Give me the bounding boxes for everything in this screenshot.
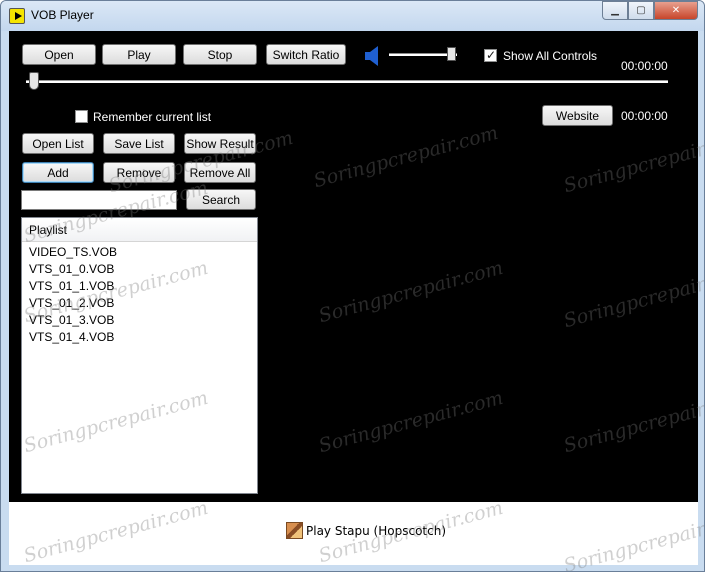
playlist-item[interactable]: VIDEO_TS.VOB [22,244,257,261]
open-list-button[interactable]: Open List [22,133,94,154]
thumbnail-icon [286,522,303,539]
seek-bar-track[interactable] [26,80,668,83]
client-area: Open Play Stop Switch Ratio ✓ Show All C… [9,31,698,565]
playlist-item[interactable]: VTS_01_1.VOB [22,278,257,295]
window-controls: ▁ ▢ ✕ [602,1,698,21]
switch-ratio-button[interactable]: Switch Ratio [266,44,346,65]
window-title: VOB Player [31,8,94,22]
save-list-button[interactable]: Save List [103,133,175,154]
elapsed-time: 00:00:00 [621,59,668,73]
search-input[interactable] [21,190,177,210]
play-icon [9,8,25,24]
playlist-item[interactable]: VTS_01_2.VOB [22,295,257,312]
remove-all-button[interactable]: Remove All [184,162,256,183]
playlist-item[interactable]: VTS_01_4.VOB [22,329,257,346]
volume-slider-thumb[interactable] [447,47,456,61]
show-all-controls-checkbox[interactable]: ✓ [484,48,497,62]
stop-button[interactable]: Stop [183,44,257,65]
speaker-icon[interactable] [365,45,379,67]
remember-list-label: Remember current list [93,110,212,124]
playlist-panel[interactable]: Playlist VIDEO_TS.VOB VTS_01_0.VOB VTS_0… [21,217,258,494]
seek-bar-thumb[interactable] [29,72,39,90]
play-button[interactable]: Play [102,44,176,65]
total-time: 00:00:00 [621,109,668,123]
minimize-button[interactable]: ▁ [602,1,628,20]
status-bar: Play Stapu (Hopscotch) [9,502,698,565]
show-all-controls-label: Show All Controls [503,49,598,63]
title-bar[interactable]: VOB Player ▁ ▢ ✕ [1,1,704,31]
maximize-button[interactable]: ▢ [628,1,654,20]
playlist-item[interactable]: VTS_01_0.VOB [22,261,257,278]
website-button[interactable]: Website [542,105,613,126]
remember-list-checkbox[interactable] [75,110,88,123]
playlist-item[interactable]: VTS_01_3.VOB [22,312,257,329]
remove-button[interactable]: Remove [103,162,175,183]
playlist-list: VIDEO_TS.VOB VTS_01_0.VOB VTS_01_1.VOB V… [22,242,257,346]
show-result-button[interactable]: Show Result [184,133,256,154]
app-window: VOB Player ▁ ▢ ✕ Open Play Stop Switch R… [0,0,705,572]
close-button[interactable]: ✕ [654,1,698,20]
search-button[interactable]: Search [186,189,256,210]
check-mark-icon: ✓ [486,48,497,62]
add-button[interactable]: Add [22,162,94,183]
open-button[interactable]: Open [22,44,96,65]
playlist-header[interactable]: Playlist [22,218,257,242]
now-playing-text: Play Stapu (Hopscotch) [306,524,446,538]
